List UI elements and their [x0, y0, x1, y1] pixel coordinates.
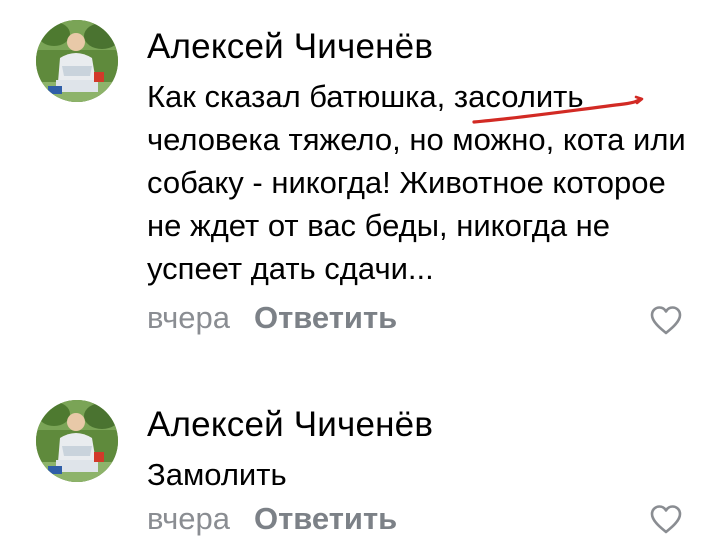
avatar[interactable] [36, 400, 118, 482]
heart-outline-icon [650, 306, 682, 335]
heart-outline-icon [650, 505, 682, 534]
comment-author[interactable]: Алексей Чиченёв [147, 27, 433, 67]
avatar[interactable] [36, 20, 118, 102]
comment-text: Замолить [147, 457, 287, 492]
comment-meta: вчера Ответить [147, 298, 397, 338]
comment-item: Алексей Чиченёв Замолить вчера Ответить [0, 385, 720, 545]
comment-author[interactable]: Алексей Чиченёв [147, 405, 433, 445]
like-button[interactable] [648, 503, 684, 535]
comment-meta: вчера Ответить [147, 499, 397, 539]
comment-text: Как сказал батюшка, засолить человека тя… [147, 79, 686, 286]
like-button[interactable] [648, 304, 684, 336]
comment-time: вчера [147, 300, 230, 335]
comment-time: вчера [147, 501, 230, 536]
comment-item: Алексей Чиченёв Как сказал батюшка, засо… [0, 0, 720, 345]
reply-button[interactable]: Ответить [254, 300, 397, 335]
avatar-photo [36, 20, 118, 102]
reply-button[interactable]: Ответить [254, 501, 397, 536]
avatar-photo [36, 400, 118, 482]
